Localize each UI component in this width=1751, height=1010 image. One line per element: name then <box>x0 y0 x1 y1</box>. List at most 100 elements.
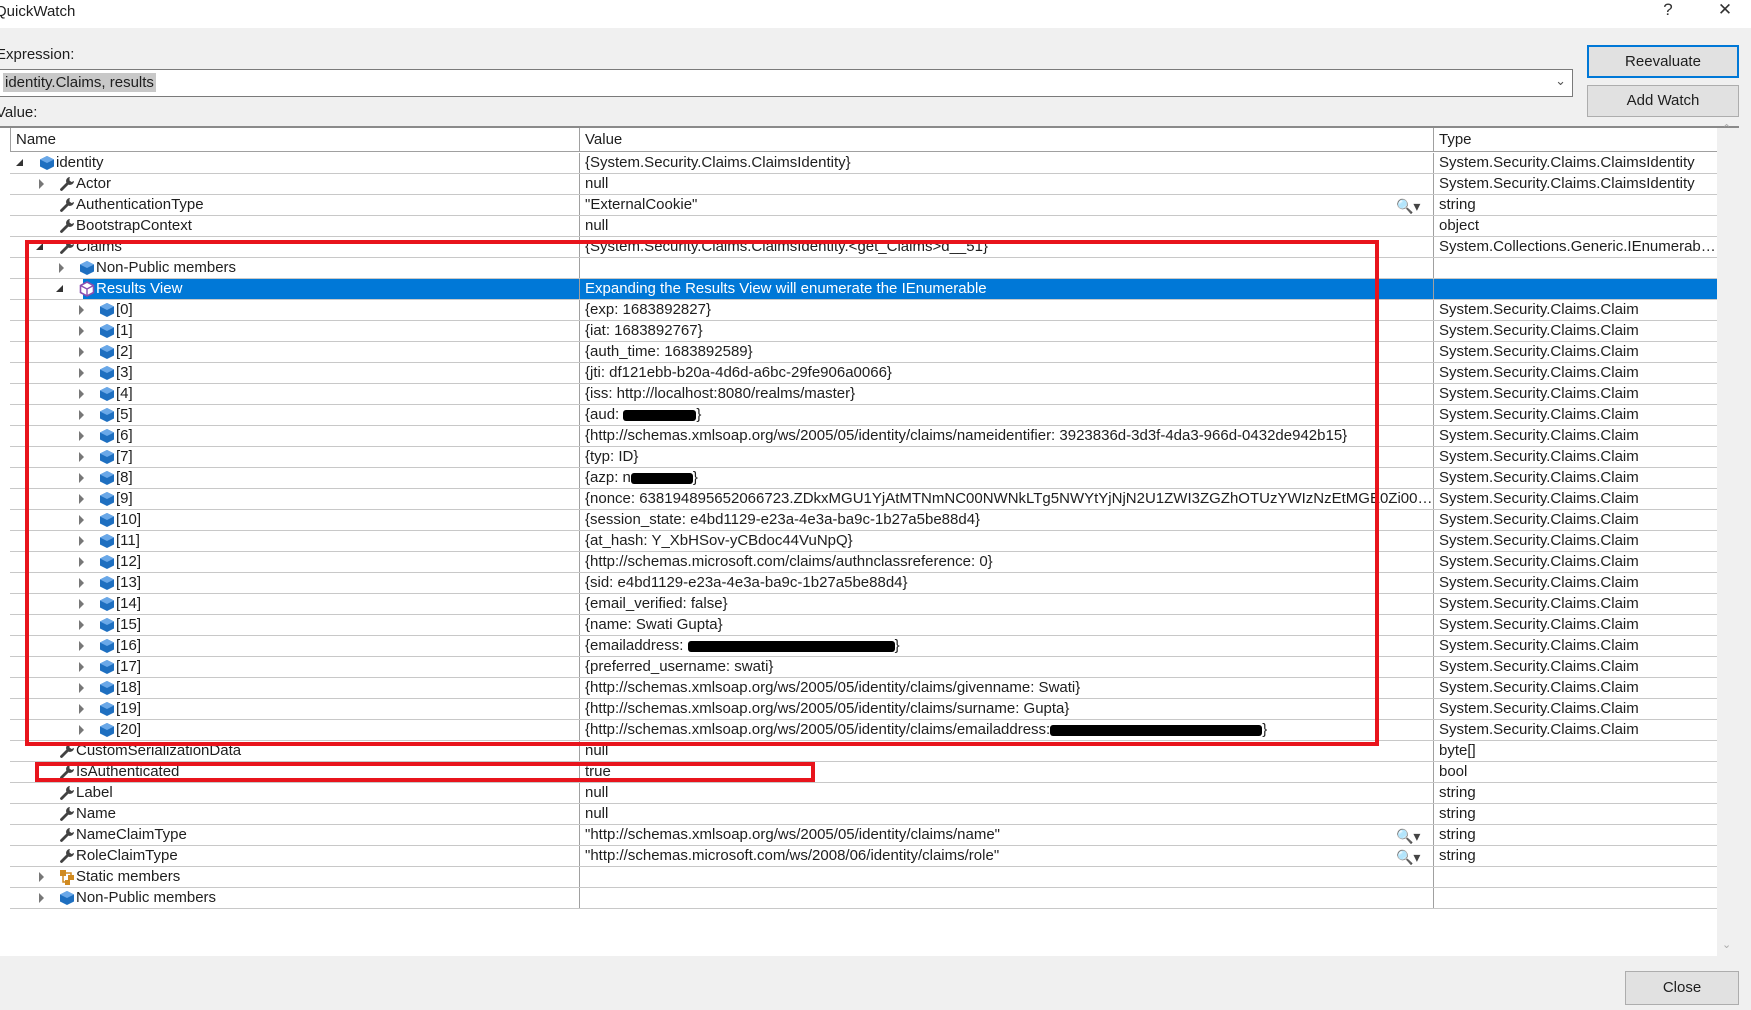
type-cell: object <box>1433 216 1717 236</box>
type-cell: System.Security.Claims.ClaimsIdentity <box>1433 153 1717 173</box>
type-cell: System.Security.Claims.ClaimsIdentity <box>1433 174 1717 194</box>
type-cell: System.Security.Claims.Claim <box>1433 657 1717 677</box>
type-cell: string <box>1433 195 1717 215</box>
type-cell: System.Security.Claims.Claim <box>1433 447 1717 467</box>
type-cell <box>1433 279 1717 299</box>
scroll-up-icon[interactable]: ⌃ <box>1722 122 1731 135</box>
type-cell: bool <box>1433 762 1717 782</box>
property-icon <box>59 785 75 801</box>
type-cell: System.Security.Claims.Claim <box>1433 636 1717 656</box>
name-cell[interactable]: Name <box>10 804 579 824</box>
type-cell: System.Security.Claims.Claim <box>1433 468 1717 488</box>
value-cell[interactable]: null <box>579 216 1433 236</box>
window-title: QuickWatch <box>0 3 76 20</box>
property-icon <box>59 176 75 192</box>
property-icon <box>59 827 75 843</box>
row-name: identity <box>56 154 104 171</box>
expression-value[interactable]: identity.Claims, results <box>3 73 156 92</box>
name-cell[interactable]: AuthenticationType <box>10 195 579 215</box>
name-cell[interactable]: BootstrapContext <box>10 216 579 236</box>
close-window-button[interactable]: ✕ <box>1705 1 1745 30</box>
type-cell: System.Collections.Generic.IEnumerable..… <box>1433 237 1717 257</box>
type-cell: System.Security.Claims.Claim <box>1433 594 1717 614</box>
scroll-down-icon[interactable]: ⌄ <box>1722 938 1731 951</box>
type-cell <box>1433 888 1717 908</box>
magnifier-visualizer-icon[interactable]: 🔍▾ <box>1396 196 1420 215</box>
column-header-value[interactable]: Value <box>579 128 1433 152</box>
expand-arrow-icon[interactable] <box>39 179 44 189</box>
row-value: null <box>585 217 609 234</box>
expression-label: Expression: <box>0 46 75 63</box>
row-value: "http://schemas.microsoft.com/ws/2008/06… <box>585 847 1000 864</box>
property-icon <box>59 197 75 213</box>
value-cell[interactable]: "http://schemas.xmlsoap.org/ws/2005/05/i… <box>579 825 1433 845</box>
highlight-box-claims <box>25 240 1379 746</box>
value-cell[interactable]: null <box>579 804 1433 824</box>
column-header-name[interactable]: Name <box>10 128 579 152</box>
value-label: Value: <box>0 104 38 121</box>
grid-header: Name Value Type <box>10 128 1717 152</box>
name-cell[interactable]: Label <box>10 783 579 803</box>
column-header-type[interactable]: Type <box>1433 128 1717 152</box>
name-cell[interactable]: identity <box>10 153 579 173</box>
collapse-arrow-icon[interactable] <box>16 159 23 166</box>
vertical-scrollbar[interactable]: ⌃ ⌄ <box>1717 123 1739 956</box>
property-icon <box>59 848 75 864</box>
row-value: null <box>585 805 609 822</box>
table-row[interactable]: NameClaimType "http://schemas.xmlsoap.org… <box>10 825 1717 846</box>
table-row[interactable]: identity {System.Security.Claims.ClaimsId… <box>10 153 1717 174</box>
chevron-down-icon[interactable]: ⌄ <box>1555 73 1566 89</box>
highlight-box-isauthenticated <box>35 762 815 782</box>
type-cell: System.Security.Claims.Claim <box>1433 426 1717 446</box>
value-cell[interactable]: "ExternalCookie" 🔍▾ <box>579 195 1433 215</box>
name-cell[interactable]: NameClaimType <box>10 825 579 845</box>
type-cell: System.Security.Claims.Claim <box>1433 489 1717 509</box>
value-cell[interactable]: {System.Security.Claims.ClaimsIdentity} <box>579 153 1433 173</box>
row-name: NameClaimType <box>76 826 187 843</box>
object-icon <box>59 890 75 906</box>
table-row[interactable]: Actor null System.Security.Claims.ClaimsId… <box>10 174 1717 195</box>
row-value: {System.Security.Claims.ClaimsIdentity} <box>585 154 851 171</box>
expression-input[interactable]: identity.Claims, results ⌄ <box>0 69 1573 97</box>
type-cell: string <box>1433 825 1717 845</box>
table-row[interactable]: Name null string <box>10 804 1717 825</box>
type-cell: System.Security.Claims.Claim <box>1433 615 1717 635</box>
help-button[interactable]: ? <box>1648 1 1688 30</box>
table-row[interactable]: AuthenticationType "ExternalCookie" 🔍▾ stri… <box>10 195 1717 216</box>
type-cell: string <box>1433 804 1717 824</box>
magnifier-visualizer-icon[interactable]: 🔍▾ <box>1396 826 1420 845</box>
type-cell: System.Security.Claims.Claim <box>1433 300 1717 320</box>
expand-arrow-icon[interactable] <box>39 872 44 882</box>
row-name: BootstrapContext <box>76 217 192 234</box>
row-value: "http://schemas.xmlsoap.org/ws/2005/05/i… <box>585 826 1001 843</box>
table-row[interactable]: Label null string <box>10 783 1717 804</box>
name-cell[interactable]: RoleClaimType <box>10 846 579 866</box>
type-cell <box>1433 258 1717 278</box>
row-name: RoleClaimType <box>76 847 178 864</box>
type-cell: System.Security.Claims.Claim <box>1433 699 1717 719</box>
table-row[interactable]: Static members <box>10 867 1717 888</box>
name-cell[interactable]: Static members <box>10 867 579 887</box>
close-button[interactable]: Close <box>1625 971 1739 1005</box>
table-row[interactable]: Non-Public members <box>10 888 1717 909</box>
value-cell[interactable]: null <box>579 174 1433 194</box>
value-cell[interactable]: null <box>579 783 1433 803</box>
value-cell[interactable] <box>579 867 1433 887</box>
name-cell[interactable]: Non-Public members <box>10 888 579 908</box>
expand-arrow-icon[interactable] <box>39 893 44 903</box>
reevaluate-button[interactable]: Reevaluate <box>1587 45 1739 78</box>
table-row[interactable]: BootstrapContext null object <box>10 216 1717 237</box>
row-name: Label <box>76 784 113 801</box>
row-name: Non-Public members <box>76 889 217 906</box>
table-row[interactable]: RoleClaimType "http://schemas.microsoft.c… <box>10 846 1717 867</box>
type-cell: System.Security.Claims.Claim <box>1433 573 1717 593</box>
object-icon <box>39 155 55 171</box>
type-cell: System.Security.Claims.Claim <box>1433 342 1717 362</box>
name-cell[interactable]: Actor <box>10 174 579 194</box>
title-bar: QuickWatch ? ✕ <box>0 0 1751 28</box>
value-cell[interactable]: "http://schemas.microsoft.com/ws/2008/06… <box>579 846 1433 866</box>
magnifier-visualizer-icon[interactable]: 🔍▾ <box>1396 847 1420 866</box>
add-watch-button[interactable]: Add Watch <box>1587 85 1739 117</box>
type-cell: System.Security.Claims.Claim <box>1433 510 1717 530</box>
value-cell[interactable] <box>579 888 1433 908</box>
